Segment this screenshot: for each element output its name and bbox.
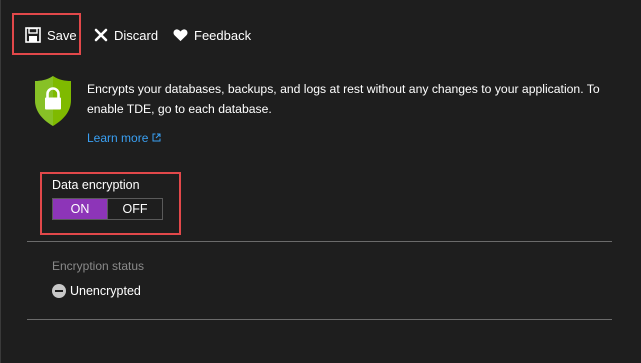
command-bar: Save Discard Feedback	[0, 0, 641, 66]
encryption-toggle[interactable]: ON OFF	[52, 198, 163, 220]
shield-lock-icon	[33, 74, 73, 133]
description-text: Encrypts your databases, backups, and lo…	[87, 82, 600, 116]
discard-button[interactable]: Discard	[94, 22, 158, 48]
heart-icon	[173, 28, 188, 42]
minus-circle-icon	[52, 284, 66, 298]
divider-top	[27, 241, 612, 242]
encryption-status: Unencrypted	[52, 284, 141, 298]
feedback-button[interactable]: Feedback	[173, 22, 251, 48]
save-icon	[25, 27, 41, 43]
discard-label: Discard	[114, 27, 159, 43]
toggle-off-option[interactable]: OFF	[108, 199, 162, 219]
save-label: Save	[47, 27, 77, 43]
feedback-label: Feedback	[194, 27, 252, 43]
encryption-status-label: Encryption status	[52, 259, 145, 273]
close-icon	[94, 28, 108, 42]
divider-bottom	[27, 319, 612, 320]
external-link-icon	[152, 131, 161, 145]
learn-more-label: Learn more	[87, 131, 149, 145]
learn-more-link[interactable]: Learn more	[87, 131, 161, 145]
data-encryption-label: Data encryption	[52, 178, 140, 192]
save-button[interactable]: Save	[25, 22, 77, 48]
encryption-status-value: Unencrypted	[70, 284, 141, 298]
toggle-on-option[interactable]: ON	[53, 199, 108, 219]
